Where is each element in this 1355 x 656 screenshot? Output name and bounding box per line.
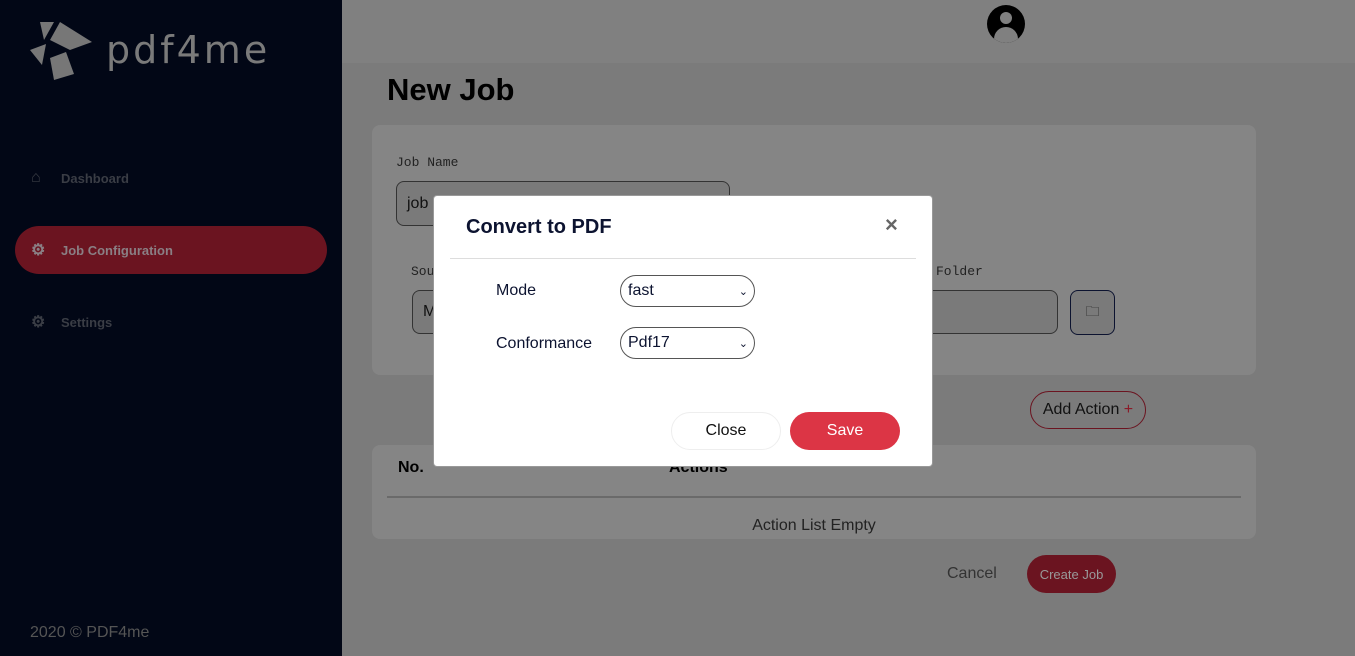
nav-label: Settings: [61, 314, 113, 330]
nav-label: Job Configuration: [61, 242, 173, 258]
modal-title: Convert to PDF: [466, 216, 612, 238]
page-title: New Job: [387, 72, 515, 107]
browse-folder-button[interactable]: 🗀: [1070, 290, 1115, 335]
mode-value: fast: [628, 282, 654, 299]
mode-select[interactable]: fast ⌄: [620, 275, 755, 307]
pdf4me-logo-icon: [30, 22, 92, 80]
job-name-value: job: [407, 194, 429, 212]
conformance-select[interactable]: Pdf17 ⌄: [620, 327, 755, 359]
close-icon[interactable]: ×: [885, 212, 898, 238]
add-action-label: Add Action: [1042, 401, 1120, 418]
save-button[interactable]: Save: [790, 412, 900, 450]
folder-label: Folder: [936, 264, 983, 279]
conformance-value: Pdf17: [628, 334, 670, 351]
plus-icon: +: [1123, 401, 1134, 418]
sidebar: pdf4me ⌂ Dashboard ⚙ Job Configuration ⚙ Se…: [0, 0, 342, 656]
column-header-no: No.: [398, 459, 424, 476]
user-avatar-icon[interactable]: [987, 5, 1025, 43]
conformance-label: Conformance: [496, 335, 593, 352]
brand-name: pdf4me: [106, 28, 271, 72]
close-button[interactable]: Close: [671, 412, 781, 450]
footer: 2020 © PDF4me: [30, 624, 150, 641]
source-label: Sou: [411, 264, 435, 279]
job-name-label: Job Name: [396, 155, 459, 170]
empty-message: Action List Empty: [752, 517, 876, 534]
folder-icon: 🗀: [1085, 302, 1100, 319]
mode-label: Mode: [496, 282, 537, 299]
nav-label: Dashboard: [61, 170, 129, 186]
add-action-button[interactable]: Add Action +: [1030, 391, 1146, 429]
gear-icon: ⚙: [31, 314, 46, 331]
logo: pdf4me: [30, 20, 270, 80]
convert-to-pdf-modal: Convert to PDF × Mode fast ⌄ Conformance …: [433, 195, 933, 467]
chevron-down-icon: ⌄: [738, 337, 748, 350]
create-job-button[interactable]: Create Job: [1027, 555, 1116, 593]
cancel-button[interactable]: Cancel: [947, 565, 997, 583]
home-icon: ⌂: [31, 169, 41, 186]
sidebar-item-dashboard[interactable]: ⌂ Dashboard: [15, 154, 327, 202]
chevron-down-icon: ⌄: [738, 285, 748, 298]
top-bar: [342, 0, 1355, 63]
sidebar-item-settings[interactable]: ⚙ Settings: [15, 298, 327, 346]
cogs-icon: ⚙: [31, 242, 46, 259]
sidebar-item-job-configuration[interactable]: ⚙ Job Configuration: [15, 226, 327, 274]
